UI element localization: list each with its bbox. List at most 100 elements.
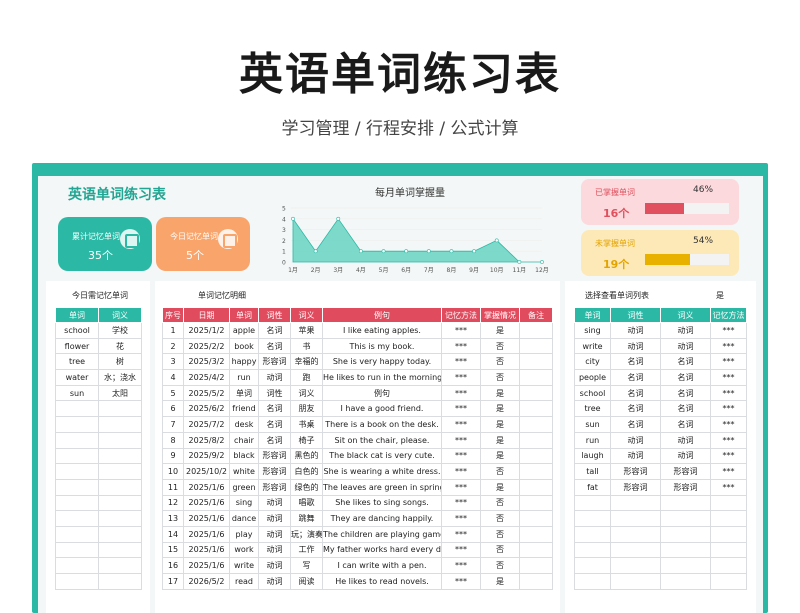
table-cell[interactable]: 名词 bbox=[258, 431, 291, 449]
table-cell[interactable]: 例句 bbox=[322, 384, 442, 402]
table-cell[interactable]: 9 bbox=[162, 447, 184, 465]
table-cell[interactable] bbox=[574, 525, 611, 543]
table-cell[interactable]: *** bbox=[441, 416, 481, 433]
table-cell[interactable] bbox=[55, 557, 99, 574]
column-header[interactable]: 单词 bbox=[229, 307, 259, 323]
table-cell[interactable]: She is very happy today. bbox=[322, 353, 442, 371]
column-header[interactable]: 日期 bbox=[183, 307, 230, 323]
today-row[interactable] bbox=[55, 431, 142, 449]
table-cell[interactable]: He likes to run in the morning. bbox=[322, 369, 442, 386]
table-cell[interactable] bbox=[710, 557, 747, 574]
table-cell[interactable]: sing bbox=[574, 322, 611, 339]
table-cell[interactable]: *** bbox=[441, 478, 481, 496]
query-row[interactable]: sing 动词 动词 *** bbox=[574, 322, 747, 339]
table-cell[interactable]: play bbox=[229, 525, 259, 543]
table-cell[interactable]: 形容词 bbox=[610, 463, 661, 480]
table-cell[interactable] bbox=[98, 400, 142, 418]
column-header[interactable]: 备注 bbox=[519, 307, 553, 323]
column-header[interactable]: 词义 bbox=[660, 307, 711, 323]
table-cell[interactable]: *** bbox=[441, 494, 481, 512]
table-cell[interactable]: sun bbox=[574, 416, 611, 433]
table-cell[interactable] bbox=[98, 416, 142, 433]
table-cell[interactable]: 动词 bbox=[258, 369, 291, 386]
column-header[interactable]: 单词 bbox=[574, 307, 611, 323]
table-cell[interactable]: 是 bbox=[480, 322, 520, 339]
table-cell[interactable]: people bbox=[574, 369, 611, 386]
table-cell[interactable]: 动词 bbox=[258, 525, 291, 543]
today-row[interactable] bbox=[55, 478, 142, 496]
table-cell[interactable] bbox=[519, 431, 553, 449]
table-cell[interactable]: 5 bbox=[162, 384, 184, 402]
table-cell[interactable]: read bbox=[229, 573, 259, 590]
detail-row[interactable]: 15 2025/1/6 work 动词 工作 My father works hard e… bbox=[162, 541, 553, 559]
table-cell[interactable] bbox=[519, 447, 553, 465]
table-cell[interactable]: 2025/1/6 bbox=[183, 541, 230, 559]
query-row[interactable] bbox=[574, 541, 747, 559]
table-cell[interactable]: 2025/10/2 bbox=[183, 463, 230, 480]
table-cell[interactable]: 阅读 bbox=[290, 573, 323, 590]
table-cell[interactable]: 动词 bbox=[660, 322, 711, 339]
table-cell[interactable] bbox=[519, 337, 553, 355]
table-cell[interactable]: sing bbox=[229, 494, 259, 512]
table-cell[interactable] bbox=[98, 463, 142, 480]
table-cell[interactable]: 14 bbox=[162, 525, 184, 543]
table-cell[interactable] bbox=[660, 541, 711, 559]
table-cell[interactable]: 是 bbox=[480, 478, 520, 496]
table-cell[interactable]: *** bbox=[441, 322, 481, 339]
table-cell[interactable]: 4 bbox=[162, 369, 184, 386]
table-cell[interactable]: desk bbox=[229, 416, 259, 433]
today-row[interactable] bbox=[55, 541, 142, 559]
table-cell[interactable]: 玩；演奏 bbox=[290, 525, 323, 543]
table-cell[interactable] bbox=[519, 573, 553, 590]
query-row[interactable]: fat 形容词 形容词 *** bbox=[574, 478, 747, 496]
column-header[interactable]: 词性 bbox=[258, 307, 291, 323]
table-cell[interactable] bbox=[660, 525, 711, 543]
table-cell[interactable]: 是 bbox=[480, 573, 520, 590]
detail-row[interactable]: 3 2025/3/2 happy 形容词 幸福的 She is very happy to… bbox=[162, 353, 553, 371]
table-cell[interactable]: 2025/7/2 bbox=[183, 416, 230, 433]
table-cell[interactable]: She likes to sing songs. bbox=[322, 494, 442, 512]
table-cell[interactable]: 形容词 bbox=[258, 478, 291, 496]
table-cell[interactable] bbox=[610, 510, 661, 527]
table-cell[interactable]: 跑 bbox=[290, 369, 323, 386]
table-cell[interactable]: 动词 bbox=[258, 573, 291, 590]
table-cell[interactable]: I have a good friend. bbox=[322, 400, 442, 418]
table-cell[interactable] bbox=[98, 557, 142, 574]
table-cell[interactable]: 2025/5/2 bbox=[183, 384, 230, 402]
table-cell[interactable]: 花 bbox=[98, 337, 142, 355]
table-cell[interactable] bbox=[610, 541, 661, 559]
table-cell[interactable]: 名词 bbox=[660, 400, 711, 418]
table-cell[interactable]: 动词 bbox=[258, 541, 291, 559]
table-cell[interactable] bbox=[610, 494, 661, 512]
table-cell[interactable] bbox=[98, 431, 142, 449]
table-cell[interactable]: chair bbox=[229, 431, 259, 449]
table-cell[interactable] bbox=[55, 494, 99, 512]
detail-row[interactable]: 12 2025/1/6 sing 动词 唱歌 She likes to sing song… bbox=[162, 494, 553, 512]
table-cell[interactable]: 单词 bbox=[229, 384, 259, 402]
table-cell[interactable]: 词义 bbox=[290, 384, 323, 402]
table-cell[interactable] bbox=[519, 400, 553, 418]
table-cell[interactable]: 写 bbox=[290, 557, 323, 574]
table-cell[interactable] bbox=[55, 478, 99, 496]
table-cell[interactable]: Sit on the chair, please. bbox=[322, 431, 442, 449]
table-cell[interactable] bbox=[519, 510, 553, 527]
table-cell[interactable]: *** bbox=[710, 416, 747, 433]
table-cell[interactable]: tree bbox=[574, 400, 611, 418]
table-cell[interactable]: The black cat is very cute. bbox=[322, 447, 442, 465]
table-cell[interactable]: *** bbox=[710, 447, 747, 465]
table-cell[interactable]: 动词 bbox=[660, 337, 711, 355]
table-cell[interactable]: 是 bbox=[480, 400, 520, 418]
detail-row[interactable]: 6 2025/6/2 friend 名词 朋友 I have a good friend.… bbox=[162, 400, 553, 418]
table-cell[interactable] bbox=[55, 525, 99, 543]
table-cell[interactable]: They are dancing happily. bbox=[322, 510, 442, 527]
table-cell[interactable]: 工作 bbox=[290, 541, 323, 559]
table-cell[interactable]: *** bbox=[710, 478, 747, 496]
table-cell[interactable]: write bbox=[229, 557, 259, 574]
query-row[interactable]: laugh 动词 动词 *** bbox=[574, 447, 747, 465]
table-cell[interactable]: 2 bbox=[162, 337, 184, 355]
detail-row[interactable]: 5 2025/5/2 单词 词性 词义 例句 *** 是 bbox=[162, 384, 553, 402]
query-row[interactable]: run 动词 动词 *** bbox=[574, 431, 747, 449]
table-cell[interactable]: 2025/1/6 bbox=[183, 557, 230, 574]
detail-row[interactable]: 13 2025/1/6 dance 动词 跳舞 They are dancing happ… bbox=[162, 510, 553, 527]
table-cell[interactable]: 名词 bbox=[610, 400, 661, 418]
